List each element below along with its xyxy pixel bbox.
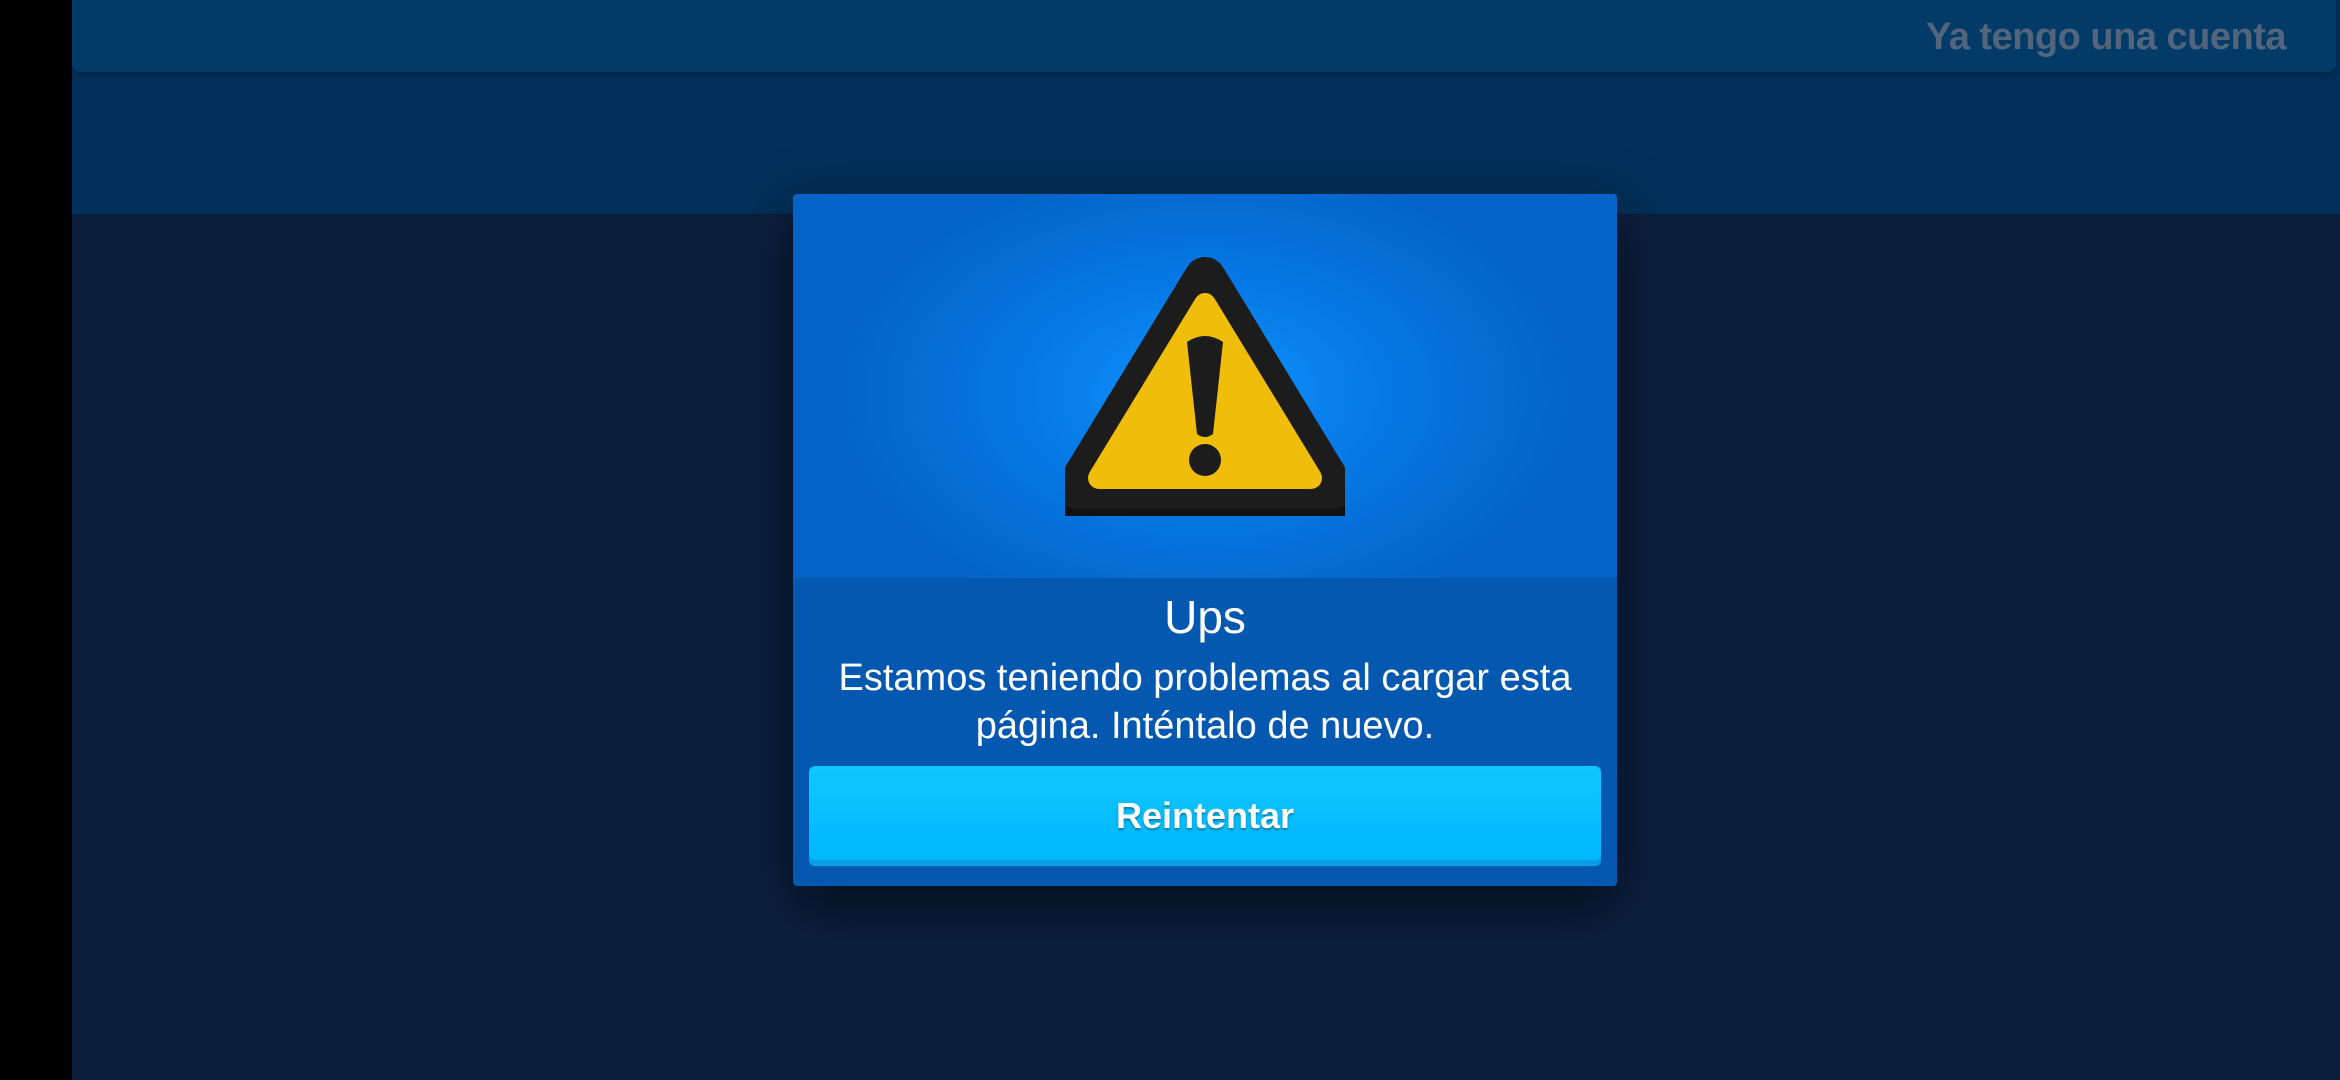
screen: Ya tengo una cuenta Ups Estamos teniendo… — [0, 0, 2340, 1080]
dialog-title: Ups — [1164, 591, 1246, 643]
left-system-bar — [0, 0, 72, 1080]
error-dialog: Ups Estamos teniendo problemas al cargar… — [793, 194, 1617, 886]
retry-button[interactable]: Reintentar — [809, 766, 1601, 866]
dialog-hero — [793, 194, 1617, 578]
warning-triangle-icon — [1065, 257, 1345, 516]
existing-account-link[interactable]: Ya tengo una cuenta — [1926, 16, 2287, 59]
dialog-message: Estamos teniendo problemas al cargar est… — [838, 657, 1572, 747]
top-bar: Ya tengo una cuenta — [72, 0, 2336, 72]
